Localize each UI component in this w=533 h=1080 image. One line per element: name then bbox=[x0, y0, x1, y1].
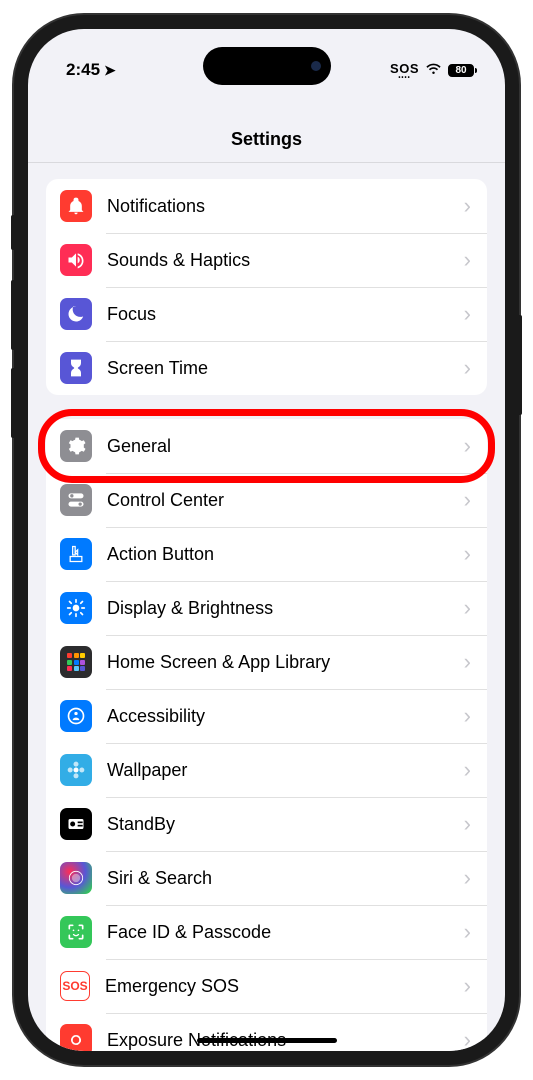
nav-header: Settings bbox=[28, 91, 505, 163]
bell-icon bbox=[60, 190, 92, 222]
settings-row-focus[interactable]: Focus› bbox=[46, 287, 487, 341]
chevron-right-icon: › bbox=[464, 973, 471, 999]
row-label: Wallpaper bbox=[107, 760, 464, 781]
chevron-right-icon: › bbox=[464, 595, 471, 621]
chevron-right-icon: › bbox=[464, 703, 471, 729]
chevron-right-icon: › bbox=[464, 433, 471, 459]
settings-row-siri[interactable]: Siri & Search› bbox=[46, 851, 487, 905]
settings-row-sounds[interactable]: Sounds & Haptics› bbox=[46, 233, 487, 287]
chevron-right-icon: › bbox=[464, 919, 471, 945]
row-label: Sounds & Haptics bbox=[107, 250, 464, 271]
chevron-right-icon: › bbox=[464, 301, 471, 327]
chevron-right-icon: › bbox=[464, 865, 471, 891]
row-label: Accessibility bbox=[107, 706, 464, 727]
settings-row-faceid[interactable]: Face ID & Passcode› bbox=[46, 905, 487, 959]
row-label: Emergency SOS bbox=[105, 976, 464, 997]
sos-text-icon: SOS bbox=[60, 971, 90, 1001]
side-button-right bbox=[519, 315, 522, 415]
row-label: Face ID & Passcode bbox=[107, 922, 464, 943]
location-icon: ➤ bbox=[104, 62, 116, 79]
row-label: General bbox=[107, 436, 464, 457]
siri-icon bbox=[60, 862, 92, 894]
settings-row-controlcenter[interactable]: Control Center› bbox=[46, 473, 487, 527]
row-label: Display & Brightness bbox=[107, 598, 464, 619]
chevron-right-icon: › bbox=[464, 649, 471, 675]
chevron-right-icon: › bbox=[464, 541, 471, 567]
phone-screen: 2:45 ➤ SOS •••• 80 Settings Notificati bbox=[28, 29, 505, 1051]
settings-group-alerts: Notifications›Sounds & Haptics›Focus›Scr… bbox=[46, 179, 487, 395]
switches-icon bbox=[60, 484, 92, 516]
settings-content[interactable]: Notifications›Sounds & Haptics›Focus›Scr… bbox=[28, 163, 505, 1051]
row-label: Action Button bbox=[107, 544, 464, 565]
flower-icon bbox=[60, 754, 92, 786]
settings-row-exposure[interactable]: Exposure Notifications› bbox=[46, 1013, 487, 1051]
settings-row-screentime[interactable]: Screen Time› bbox=[46, 341, 487, 395]
chevron-right-icon: › bbox=[464, 193, 471, 219]
settings-row-general[interactable]: General› bbox=[46, 419, 487, 473]
chevron-right-icon: › bbox=[464, 1027, 471, 1051]
battery-indicator: 80 bbox=[448, 64, 477, 77]
grid-icon bbox=[60, 646, 92, 678]
settings-row-actionbutton[interactable]: Action Button› bbox=[46, 527, 487, 581]
chevron-right-icon: › bbox=[464, 811, 471, 837]
sun-icon bbox=[60, 592, 92, 624]
settings-group-system: General›Control Center›Action Button›Dis… bbox=[46, 419, 487, 1051]
face-icon bbox=[60, 916, 92, 948]
chevron-right-icon: › bbox=[464, 355, 471, 381]
settings-row-accessibility[interactable]: Accessibility› bbox=[46, 689, 487, 743]
action-icon bbox=[60, 538, 92, 570]
row-label: Notifications bbox=[107, 196, 464, 217]
row-label: StandBy bbox=[107, 814, 464, 835]
sos-indicator: SOS •••• bbox=[390, 61, 419, 80]
row-label: Control Center bbox=[107, 490, 464, 511]
row-label: Home Screen & App Library bbox=[107, 652, 464, 673]
virus-icon bbox=[60, 1024, 92, 1051]
settings-row-wallpaper[interactable]: Wallpaper› bbox=[46, 743, 487, 797]
chevron-right-icon: › bbox=[464, 757, 471, 783]
gear-icon bbox=[60, 430, 92, 462]
clock-icon bbox=[60, 808, 92, 840]
wifi-icon bbox=[425, 60, 442, 80]
hourglass-icon bbox=[60, 352, 92, 384]
phone-frame: 2:45 ➤ SOS •••• 80 Settings Notificati bbox=[14, 15, 519, 1065]
person-icon bbox=[60, 700, 92, 732]
side-buttons-left bbox=[11, 215, 14, 456]
row-label: Focus bbox=[107, 304, 464, 325]
moon-icon bbox=[60, 298, 92, 330]
settings-row-homescreen[interactable]: Home Screen & App Library› bbox=[46, 635, 487, 689]
speaker-icon bbox=[60, 244, 92, 276]
dynamic-island bbox=[203, 47, 331, 85]
row-label: Screen Time bbox=[107, 358, 464, 379]
settings-row-notifications[interactable]: Notifications› bbox=[46, 179, 487, 233]
page-title: Settings bbox=[28, 129, 505, 150]
row-label: Siri & Search bbox=[107, 868, 464, 889]
status-time: 2:45 bbox=[66, 60, 100, 80]
settings-row-standby[interactable]: StandBy› bbox=[46, 797, 487, 851]
chevron-right-icon: › bbox=[464, 247, 471, 273]
chevron-right-icon: › bbox=[464, 487, 471, 513]
settings-row-emergencysos[interactable]: SOS Emergency SOS› bbox=[46, 959, 487, 1013]
settings-row-display[interactable]: Display & Brightness› bbox=[46, 581, 487, 635]
home-indicator[interactable] bbox=[197, 1038, 337, 1043]
